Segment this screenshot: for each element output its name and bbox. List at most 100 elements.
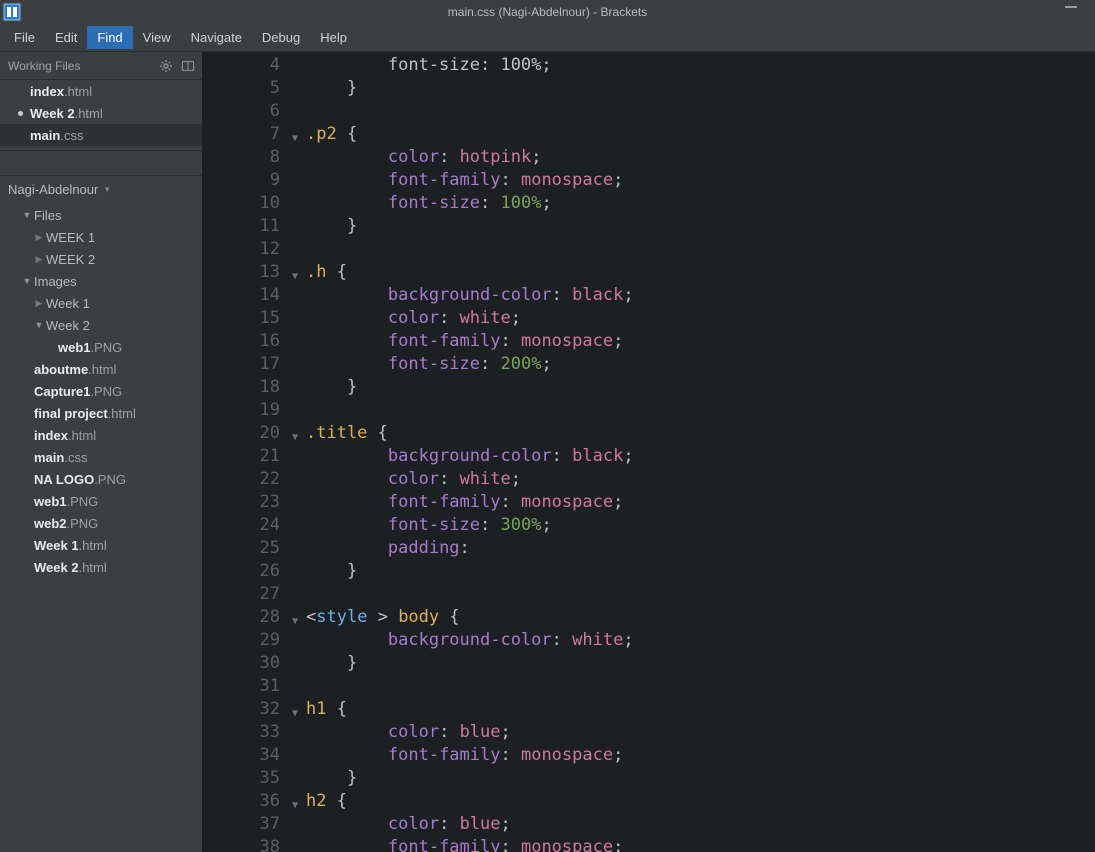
tree-file[interactable]: Capture1.PNG: [0, 380, 202, 402]
code-line[interactable]: font-size: 100%;: [306, 54, 1095, 77]
working-files-list: index.html Week 2.html main.css: [0, 80, 202, 146]
tree-file[interactable]: Week 2.html: [0, 556, 202, 578]
tree-item-label: Images: [34, 274, 77, 289]
code-editor[interactable]: 4567▼8910111213▼14151617181920▼212223242…: [202, 52, 1095, 852]
code-line[interactable]: font-family: monospace;: [306, 491, 1095, 514]
fold-down-icon[interactable]: ▼: [292, 702, 298, 725]
line-number: 13▼: [202, 261, 286, 284]
tree-file[interactable]: aboutme.html: [0, 358, 202, 380]
tree-file[interactable]: NA LOGO.PNG: [0, 468, 202, 490]
tree-folder[interactable]: ▼Week 2: [0, 314, 202, 336]
line-number: 9: [202, 169, 286, 192]
chevron-right-icon: ▶: [34, 298, 44, 309]
line-number: 24: [202, 514, 286, 537]
minimize-button[interactable]: [1065, 6, 1077, 8]
menubar: File Edit Find View Navigate Debug Help: [0, 24, 1095, 52]
menu-file[interactable]: File: [4, 26, 45, 49]
line-number: 19: [202, 399, 286, 422]
menu-edit[interactable]: Edit: [45, 26, 87, 49]
tree-file[interactable]: web2.PNG: [0, 512, 202, 534]
code-content[interactable]: font-size: 100%; }.p2 { color: hotpink; …: [286, 52, 1095, 852]
tree-file[interactable]: final project.html: [0, 402, 202, 424]
code-line[interactable]: <style > body {: [306, 606, 1095, 629]
code-line[interactable]: .title {: [306, 422, 1095, 445]
tree-folder[interactable]: ▶Week 1: [0, 292, 202, 314]
menu-debug[interactable]: Debug: [252, 26, 310, 49]
code-line[interactable]: background-color: white;: [306, 629, 1095, 652]
code-line[interactable]: font-family: monospace;: [306, 330, 1095, 353]
tree-file[interactable]: Week 1.html: [0, 534, 202, 556]
code-line[interactable]: background-color: black;: [306, 284, 1095, 307]
file-tree: ▼Files▶WEEK 1▶WEEK 2▼Images▶Week 1▼Week …: [0, 202, 202, 580]
fold-down-icon[interactable]: ▼: [292, 127, 298, 150]
code-line[interactable]: padding:: [306, 537, 1095, 560]
line-number: 26: [202, 560, 286, 583]
file-name: Week 2.html: [30, 106, 103, 121]
code-line[interactable]: }: [306, 77, 1095, 100]
code-line[interactable]: color: white;: [306, 307, 1095, 330]
tree-item-label: Week 1.html: [34, 538, 107, 553]
caret-down-icon: ▾: [102, 184, 109, 195]
sidebar: Working Files index.htmlWeek 2.htmlmain.…: [0, 52, 202, 852]
tree-file[interactable]: web1.PNG: [0, 336, 202, 358]
tree-file[interactable]: index.html: [0, 424, 202, 446]
project-dropdown[interactable]: Nagi-Abdelnour ▾: [0, 176, 202, 202]
tree-item-label: main.css: [34, 450, 87, 465]
tree-item-label: Week 1: [46, 296, 90, 311]
tree-folder[interactable]: ▶WEEK 2: [0, 248, 202, 270]
working-file-item[interactable]: main.css: [0, 124, 202, 146]
tree-item-label: web1.PNG: [58, 340, 122, 355]
code-line[interactable]: }: [306, 652, 1095, 675]
code-line[interactable]: }: [306, 376, 1095, 399]
tree-item-label: aboutme.html: [34, 362, 116, 377]
code-line[interactable]: .p2 {: [306, 123, 1095, 146]
tree-folder[interactable]: ▼Images: [0, 270, 202, 292]
file-name: index.html: [30, 84, 92, 99]
line-number: 34: [202, 744, 286, 767]
line-number: 7▼: [202, 123, 286, 146]
tree-file[interactable]: main.css: [0, 446, 202, 468]
code-line[interactable]: h2 {: [306, 790, 1095, 813]
line-number: 33: [202, 721, 286, 744]
fold-down-icon[interactable]: ▼: [292, 610, 298, 633]
code-line[interactable]: .h {: [306, 261, 1095, 284]
working-file-item[interactable]: index.html: [0, 80, 202, 102]
line-number: 21: [202, 445, 286, 468]
tree-file[interactable]: web1.PNG: [0, 490, 202, 512]
code-line[interactable]: background-color: black;: [306, 445, 1095, 468]
code-line[interactable]: [306, 675, 1095, 698]
fold-down-icon[interactable]: ▼: [292, 794, 298, 817]
code-line[interactable]: }: [306, 560, 1095, 583]
menu-help[interactable]: Help: [310, 26, 357, 49]
menu-navigate[interactable]: Navigate: [181, 26, 252, 49]
line-number: 6: [202, 100, 286, 123]
code-line[interactable]: [306, 583, 1095, 606]
code-line[interactable]: color: hotpink;: [306, 146, 1095, 169]
code-line[interactable]: font-family: monospace;: [306, 169, 1095, 192]
line-number: 15: [202, 307, 286, 330]
gear-icon[interactable]: [160, 60, 172, 72]
working-file-item[interactable]: Week 2.html: [0, 102, 202, 124]
menu-find[interactable]: Find: [87, 26, 132, 49]
code-line[interactable]: h1 {: [306, 698, 1095, 721]
code-line[interactable]: }: [306, 215, 1095, 238]
code-line[interactable]: font-size: 200%;: [306, 353, 1095, 376]
tree-folder[interactable]: ▼Files: [0, 204, 202, 226]
split-view-icon[interactable]: [182, 60, 194, 72]
code-line[interactable]: color: blue;: [306, 721, 1095, 744]
code-line[interactable]: [306, 238, 1095, 261]
menu-view[interactable]: View: [133, 26, 181, 49]
code-line[interactable]: font-family: monospace;: [306, 836, 1095, 852]
code-line[interactable]: }: [306, 767, 1095, 790]
code-line[interactable]: font-size: 300%;: [306, 514, 1095, 537]
code-line[interactable]: color: blue;: [306, 813, 1095, 836]
code-line[interactable]: font-size: 100%;: [306, 192, 1095, 215]
fold-down-icon[interactable]: ▼: [292, 426, 298, 449]
tree-folder[interactable]: ▶WEEK 1: [0, 226, 202, 248]
code-line[interactable]: color: white;: [306, 468, 1095, 491]
fold-down-icon[interactable]: ▼: [292, 265, 298, 288]
code-line[interactable]: font-family: monospace;: [306, 744, 1095, 767]
project-name: Nagi-Abdelnour: [8, 182, 98, 197]
code-line[interactable]: [306, 399, 1095, 422]
code-line[interactable]: [306, 100, 1095, 123]
